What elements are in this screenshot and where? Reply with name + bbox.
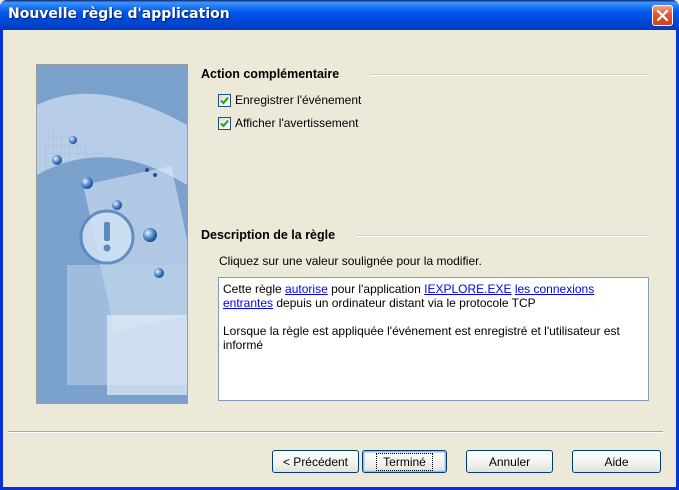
desc-text-mid: pour l'application (327, 282, 425, 296)
checkbox-log-event-label: Enregistrer l'événement (235, 93, 362, 107)
checkbox-show-warning[interactable]: Afficher l'avertissement (218, 116, 358, 130)
desc-text-prefix: Cette règle (223, 282, 286, 296)
window-title: Nouvelle règle d'application (8, 6, 230, 22)
title-bar[interactable]: Nouvelle règle d'application (0, 0, 679, 30)
link-application[interactable]: IEXPLORE.EXE (424, 282, 511, 296)
checkbox-show-warning-label: Afficher l'avertissement (235, 116, 359, 130)
back-button[interactable]: < Précédent (272, 450, 359, 473)
rule-description-box[interactable]: Cette règle autorise pour l'application … (218, 277, 649, 401)
close-button[interactable] (652, 5, 673, 26)
link-allow[interactable]: autorise (285, 282, 328, 296)
checkbox-show-warning-box[interactable] (218, 116, 231, 130)
checkbox-log-event[interactable]: Enregistrer l'événement (218, 93, 361, 107)
finish-button[interactable]: Terminé (362, 450, 447, 473)
wizard-side-image (36, 64, 188, 404)
finish-button-label: Terminé (376, 452, 433, 471)
action-group-header: Action complémentaire (201, 67, 340, 81)
checkbox-log-event-box[interactable] (218, 93, 231, 107)
help-button[interactable]: Aide (572, 450, 661, 473)
description-group-header: Description de la règle (201, 228, 336, 242)
rule-description-line-1: Cette règle autorise pour l'application … (223, 282, 644, 310)
rule-description-line-2: Lorsque la règle est appliquée l'événeme… (223, 324, 620, 352)
close-icon (657, 10, 668, 21)
checkmark-icon (220, 96, 229, 104)
desc-text-suffix: depuis un ordinateur distant via le prot… (273, 296, 536, 310)
wizard-illustration (37, 65, 187, 403)
description-hint: Cliquez sur une valeur soulignée pour la… (219, 254, 482, 268)
warning-icon (79, 209, 135, 265)
checkmark-icon (220, 119, 229, 127)
cancel-button[interactable]: Annuler (466, 450, 553, 473)
action-group-divider (370, 74, 649, 76)
description-group-divider (356, 235, 649, 237)
footer-separator (8, 431, 663, 433)
